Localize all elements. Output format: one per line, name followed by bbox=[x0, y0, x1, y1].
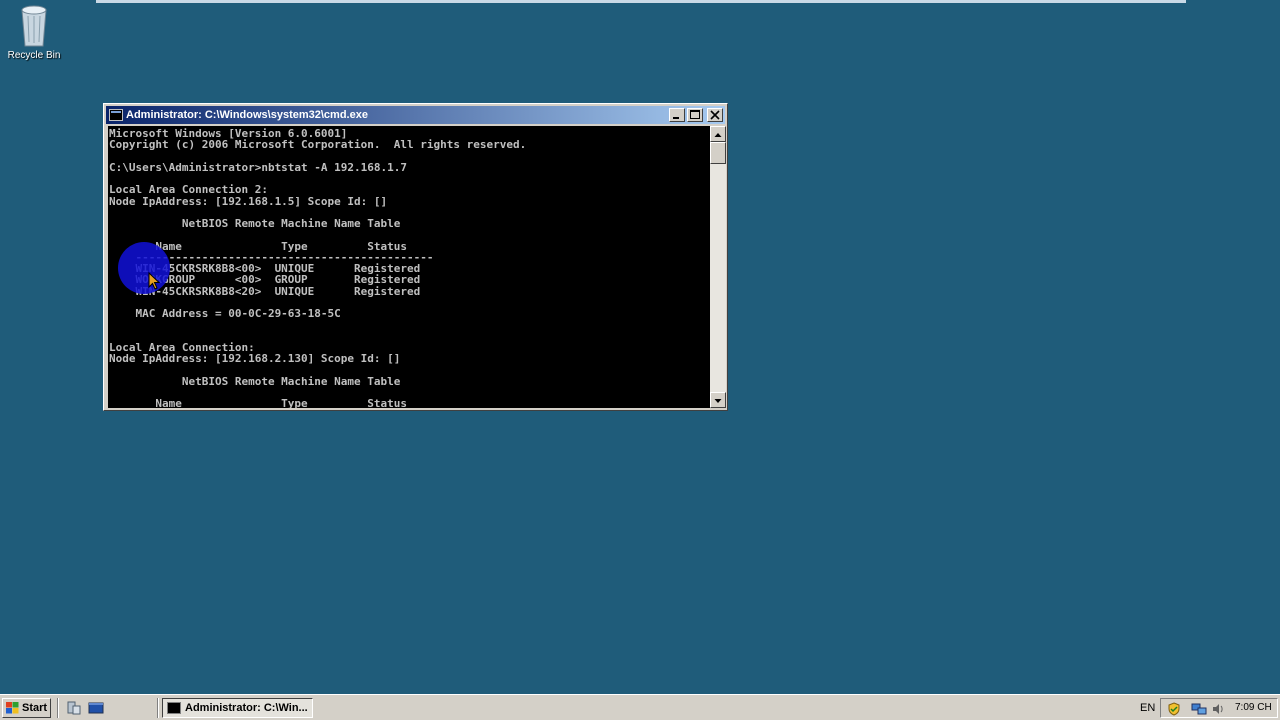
vertical-scrollbar[interactable] bbox=[710, 126, 726, 408]
show-desktop-icon[interactable] bbox=[88, 700, 104, 716]
language-indicator[interactable]: EN bbox=[1140, 702, 1155, 714]
clock[interactable]: 7:09 CH bbox=[1235, 702, 1272, 713]
cmd-window[interactable]: Administrator: C:\Windows\system32\cmd.e… bbox=[103, 103, 728, 411]
shield-icon[interactable] bbox=[1167, 702, 1181, 716]
system-tray: 7:09 CH bbox=[1160, 698, 1278, 718]
maximize-icon bbox=[690, 110, 700, 119]
top-edge-strip bbox=[96, 0, 1186, 3]
recycle-bin-label: Recycle Bin bbox=[7, 50, 61, 61]
scroll-up-button[interactable] bbox=[710, 126, 726, 142]
click-highlight-circle bbox=[118, 242, 170, 294]
window-titlebar[interactable]: Administrator: C:\Windows\system32\cmd.e… bbox=[106, 106, 725, 124]
taskbar: Start Administrator: C:\Win... EN 7:09 C… bbox=[0, 694, 1280, 720]
taskbar-button-cmd[interactable]: Administrator: C:\Win... bbox=[162, 698, 313, 718]
cmd-icon bbox=[109, 109, 123, 121]
console-text: Microsoft Windows [Version 6.0.6001] Cop… bbox=[109, 127, 527, 408]
console-output[interactable]: Microsoft Windows [Version 6.0.6001] Cop… bbox=[108, 126, 710, 408]
recycle-bin-icon bbox=[21, 5, 47, 47]
start-button[interactable]: Start bbox=[2, 698, 51, 718]
close-icon bbox=[710, 110, 720, 120]
network-icon[interactable] bbox=[1191, 702, 1207, 716]
server-manager-icon[interactable] bbox=[66, 700, 82, 716]
cmd-icon bbox=[167, 702, 181, 714]
close-button[interactable] bbox=[707, 108, 723, 122]
taskbar-separator bbox=[157, 698, 159, 718]
start-label: Start bbox=[22, 702, 48, 714]
scroll-thumb[interactable] bbox=[710, 142, 726, 164]
scroll-down-button[interactable] bbox=[710, 392, 726, 408]
minimize-icon bbox=[673, 117, 679, 119]
window-title: Administrator: C:\Windows\system32\cmd.e… bbox=[126, 109, 368, 121]
taskbar-separator bbox=[57, 698, 59, 718]
speaker-icon[interactable] bbox=[1211, 702, 1225, 716]
desktop-icon-recycle-bin[interactable]: Recycle Bin bbox=[4, 2, 64, 61]
mouse-pointer-icon bbox=[148, 272, 160, 290]
maximize-button[interactable] bbox=[687, 108, 703, 122]
minimize-button[interactable] bbox=[669, 108, 685, 122]
arrow-up-icon bbox=[714, 133, 722, 137]
taskbar-button-label: Administrator: C:\Win... bbox=[185, 702, 308, 714]
windows-flag-icon bbox=[6, 702, 19, 714]
arrow-down-icon bbox=[714, 399, 722, 403]
